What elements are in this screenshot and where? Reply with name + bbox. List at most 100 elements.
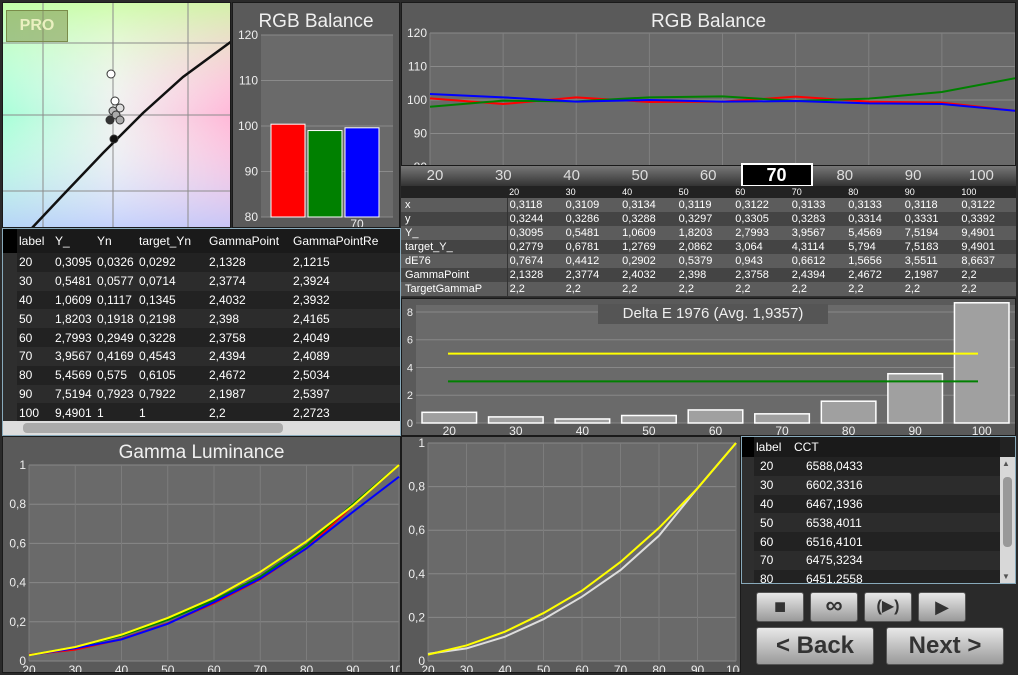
cct-vscrollbar[interactable]: ▲ ▼ [1000,457,1015,583]
loop-button[interactable]: ∞ [810,592,858,622]
cie-point-6 [115,115,125,125]
level-80[interactable]: 80 [811,166,879,186]
back-button[interactable]: < Back [756,627,874,665]
x-tick-label: 20 [22,663,36,673]
left-table-cell: 2,4032 [209,292,246,307]
cct-label: 70 [760,553,774,568]
left-table-hscrollbar[interactable] [3,421,400,435]
left-table-cell: 70 [19,349,33,364]
stop-button[interactable]: ■ [756,592,804,622]
left-table-cell: 2,4049 [293,330,330,345]
level-30[interactable]: 30 [469,166,537,186]
left-table-row[interactable]: 50 1,8203 0,1918 0,2198 2,398 2,4165 [3,309,400,329]
cct-label: 60 [760,534,774,549]
y-tick-label: 80 [245,210,259,224]
y-tick-label: 120 [238,28,258,42]
y-tick-label: 100 [238,119,258,133]
x-tick-label: 20 [443,424,457,436]
grid-cell: 0,3109 [565,199,600,211]
grid-cell: 0,5481 [565,227,600,239]
left-table-row[interactable]: 100 9,4901 1 1 2,2 2,2723 [3,403,400,423]
grid-row-label: y [401,212,508,226]
grid-cell: 0,7674 [509,255,544,267]
cct-row[interactable]: 70 6475,3234 [742,550,1000,570]
left-table-cell: 9,4901 [55,405,92,420]
left-table-cell: 80 [19,368,33,383]
left-col-header: Yn [97,234,112,248]
hscroll-thumb[interactable] [23,423,283,433]
left-table-cell: 0,0577 [97,274,134,289]
delta-bar-20 [421,411,478,424]
left-table-cell: 1,8203 [55,311,92,326]
play-pause-button[interactable]: (▶) [864,592,912,622]
cct-col-header: label [756,440,782,454]
level-90[interactable]: 90 [879,166,947,186]
grid-cell: 0,6612 [791,255,826,267]
left-table-cell: 0,3095 [55,255,92,270]
grid-cell: 1,8203 [678,227,713,239]
left-table-row[interactable]: 90 7,5194 0,7923 0,7922 2,1987 2,5397 [3,384,400,404]
x-tick-label: 100 [389,663,401,673]
left-table-row[interactable]: 60 2,7993 0,2949 0,3228 2,3758 2,4049 [3,328,400,347]
left-table-cell: 0,2198 [139,311,176,326]
cct-value: 6467,1936 [806,496,863,511]
y-tick-label: 0,6 [408,523,425,537]
cct-row[interactable]: 40 6467,1936 [742,494,1000,514]
grid-cell: 2,2 [565,283,581,295]
play-button[interactable]: ▶ [918,592,966,622]
x-tick-label: 60 [575,663,589,673]
cct-value: 6538,4011 [806,515,862,530]
cct-row[interactable]: 80 6451,2558 [742,569,1000,583]
cct-row[interactable]: 30 6602,3316 [742,475,1000,495]
cct-row[interactable]: 60 6516,4101 [742,532,1000,551]
level-40[interactable]: 40 [538,166,606,186]
cct-row[interactable]: 20 6588,0433 [742,457,1000,476]
grid-cell: 0,3283 [791,213,826,225]
level-60[interactable]: 60 [674,166,742,186]
y-tick-label: 110 [239,74,258,88]
cct-row[interactable]: 50 6538,4011 [742,513,1000,533]
gamma-luminance-chart: 10,80,60,40,202030405060708090100 [9,458,401,673]
vscroll-up[interactable]: ▲ [1002,459,1010,468]
y-tick-label: 0,8 [9,497,26,511]
grid-cell: 2,2 [791,283,808,295]
cct-col-header: CCT [794,440,819,454]
grid-cell: 7,5194 [904,227,939,239]
left-table-row[interactable]: 70 3,9567 0,4169 0,4543 2,4394 2,4089 [3,346,400,366]
delta-bar-40 [554,418,611,424]
left-table-row[interactable]: 80 5,4569 0,575 0,6105 2,4672 2,5034 [3,365,400,385]
next-button[interactable]: Next > [886,627,1004,665]
level-100[interactable]: 100 [947,166,1015,186]
grid-col-header: 30 [565,187,576,197]
vscroll-down[interactable]: ▼ [1002,572,1010,581]
level-selector[interactable]: 20 30 40 50 60 70 80 90 100 [401,163,1016,187]
left-table-cell: 40 [19,292,33,307]
vscroll-thumb[interactable] [1003,477,1012,547]
grid-row-label: Y_ [401,226,508,240]
grid-cell: 2,3774 [565,269,600,281]
left-table-row[interactable]: 40 1,0609 0,1117 0,1345 2,4032 2,3932 [3,290,400,310]
left-col-header: GammaPoint [209,234,280,248]
cct-label: 50 [760,515,774,530]
level-70[interactable]: 70 [740,163,813,187]
left-table-cell: 100 [19,405,40,420]
y-tick-label: 100 [407,93,427,107]
grid-cell: 2,2 [961,283,977,295]
left-table-row[interactable]: 20 0,3095 0,0326 0,0292 2,1328 2,1215 [3,253,400,272]
level-20[interactable]: 20 [401,166,469,186]
x-tick-label: 40 [498,663,512,673]
grid-cell: 0,3122 [735,199,769,211]
grid-cell: 2,3758 [735,269,769,281]
left-table-row[interactable]: 30 0,5481 0,0577 0,0714 2,3774 2,3924 [3,271,400,291]
grid-cell: 0,5379 [678,255,713,267]
y-tick-label: 90 [414,127,428,141]
grid-cell: 2,0862 [678,241,713,253]
left-table-cell: 2,2723 [293,405,330,420]
x-tick-label: 90 [691,663,705,673]
level-50[interactable]: 50 [606,166,674,186]
grid-cell: 2,2 [904,283,921,295]
grid-cell: 1,5656 [848,255,882,267]
rgb-balance-big-panel: RGB Balance 120 110 100 90 80 [401,2,1016,166]
x-tick-label: 70 [350,217,364,228]
left-table-cell: 2,398 [209,311,240,326]
